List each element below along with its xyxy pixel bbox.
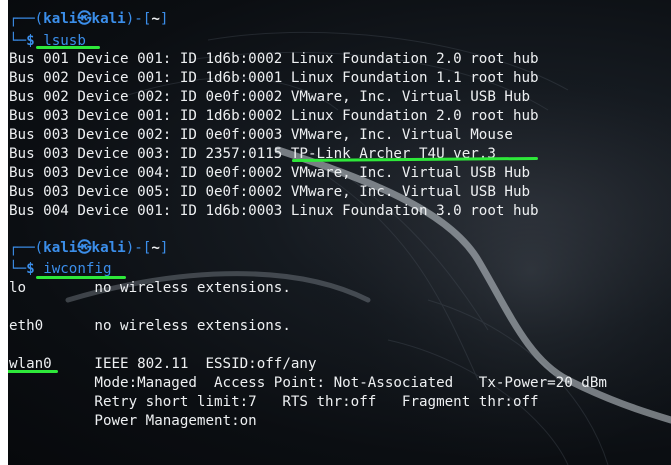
prompt-line-2: ┌──(kali㉿kali)-[~] [9, 239, 168, 258]
prompt-user: kali [43, 240, 78, 256]
lsusb-line: Bus 003 Device 005: ID 0e0f:0002 VMware,… [9, 184, 531, 200]
prompt-separator: )-[ [125, 240, 152, 256]
prompt-at-symbol: ㉿ [77, 11, 92, 27]
prompt-corner: ┌──( [9, 240, 44, 256]
lsusb-line: Bus 004 Device 001: ID 1d6b:0003 Linux F… [9, 203, 539, 219]
prompt-corner-bottom: └─ [9, 261, 27, 277]
prompt-at-symbol: ㉿ [77, 240, 92, 256]
prompt-host: kali [91, 11, 126, 27]
lsusb-line: Bus 001 Device 001: ID 1d6b:0002 Linux F… [9, 51, 539, 67]
prompt-host: kali [91, 240, 126, 256]
command-line-2: └─$ iwconfig [9, 260, 112, 279]
lsusb-line: Bus 003 Device 004: ID 0e0f:0002 VMware,… [9, 165, 531, 181]
prompt-separator: )-[ [125, 11, 152, 27]
lsusb-line: Bus 003 Device 001: ID 1d6b:0002 Linux F… [9, 108, 539, 124]
prompt-close: ] [159, 240, 169, 256]
iwconfig-line: Retry short limit:7 RTS thr:off Fragment… [9, 394, 539, 410]
lsusb-line: Bus 002 Device 001: ID 1d6b:0001 Linux F… [9, 70, 539, 86]
prompt-dir: ~ [151, 11, 160, 27]
iwconfig-line-wlan0: wlan0 IEEE 802.11 ESSID:off/any [9, 356, 317, 372]
lsusb-line: Bus 003 Device 002: ID 0e0f:0003 VMware,… [9, 127, 513, 143]
command-line-1: └─$ lsusb [9, 32, 86, 51]
iwconfig-line: Mode:Managed Access Point: Not-Associate… [9, 375, 607, 391]
lsusb-line-tplink: Bus 003 Device 003: ID 2357:0115 TP-Link… [9, 146, 496, 162]
prompt-close: ] [159, 11, 169, 27]
prompt-dir: ~ [151, 240, 160, 256]
command-lsusb: lsusb [43, 33, 86, 49]
iwconfig-line: Power Management:on [9, 413, 257, 429]
prompt-dollar: $ [26, 33, 35, 49]
prompt-dollar: $ [26, 261, 35, 277]
terminal-window[interactable]: ┌──(kali㉿kali)-[~] └─$ lsusb Bus 001 Dev… [8, 0, 671, 465]
prompt-corner-bottom: └─ [9, 33, 27, 49]
iwconfig-line: lo no wireless extensions. [9, 280, 291, 296]
prompt-line-1: ┌──(kali㉿kali)-[~] [9, 10, 168, 29]
iwconfig-line: eth0 no wireless extensions. [9, 318, 291, 334]
command-iwconfig: iwconfig [43, 261, 112, 277]
prompt-corner: ┌──( [9, 11, 44, 27]
prompt-user: kali [43, 11, 78, 27]
lsusb-line: Bus 002 Device 002: ID 0e0f:0002 VMware,… [9, 89, 531, 105]
